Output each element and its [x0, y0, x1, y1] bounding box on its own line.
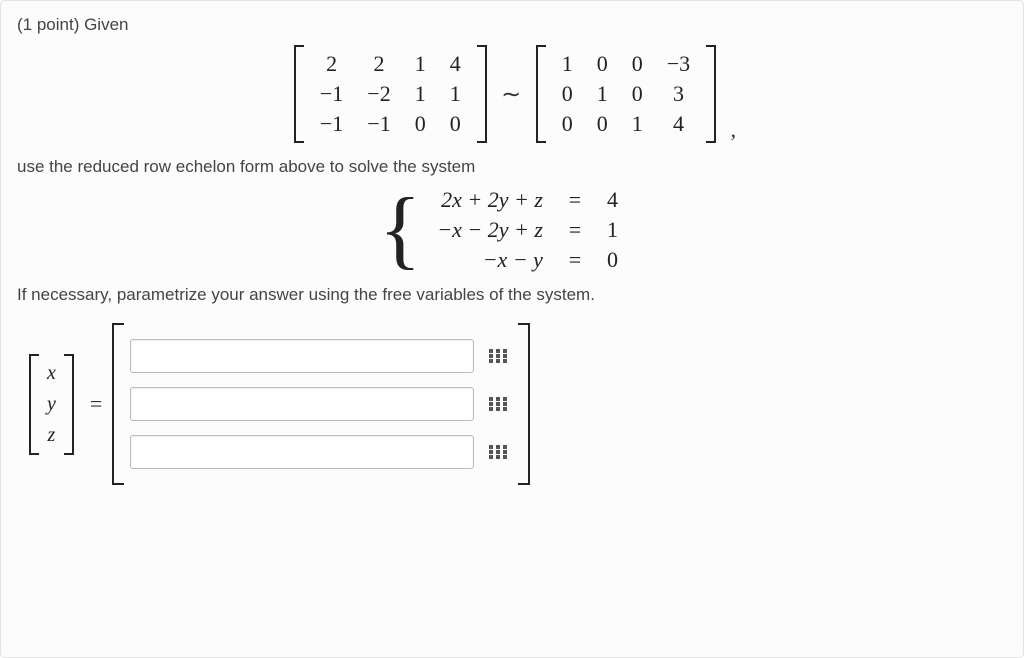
answer-x-input[interactable] — [130, 339, 474, 373]
points-label: (1 point) Given — [17, 15, 1007, 35]
equation-system: { 2x + 2y + z = 4 −x − 2y + z = 1 −x − y — [17, 185, 1007, 275]
variable-vector: x y z — [29, 354, 74, 455]
matrix-rref: 100−3 0103 0014 — [536, 45, 716, 143]
answer-y-input[interactable] — [130, 387, 474, 421]
instruction-parametrize: If necessary, parametrize your answer us… — [17, 285, 1007, 305]
keypad-icon — [489, 397, 507, 411]
keypad-button-x[interactable] — [484, 343, 512, 369]
given-matrices: 2214 −1−211 −1−100 ∼ 100−3 0103 — [17, 45, 1007, 143]
matrix-a: 2214 −1−211 −1−100 — [294, 45, 487, 143]
problem-container: (1 point) Given 2214 −1−211 −1−100 ∼ — [0, 0, 1024, 658]
row-equivalent-symbol: ∼ — [501, 80, 521, 109]
answer-vector — [112, 323, 530, 485]
keypad-button-y[interactable] — [484, 391, 512, 417]
keypad-button-z[interactable] — [484, 439, 512, 465]
keypad-icon — [489, 349, 507, 363]
answer-area: x y z = — [23, 323, 1007, 485]
instruction-use-rref: use the reduced row echelon form above t… — [17, 157, 1007, 177]
keypad-icon — [489, 445, 507, 459]
trailing-comma: , — [731, 117, 737, 143]
left-brace-icon: { — [379, 185, 421, 275]
equals-sign: = — [90, 391, 102, 417]
answer-z-input[interactable] — [130, 435, 474, 469]
